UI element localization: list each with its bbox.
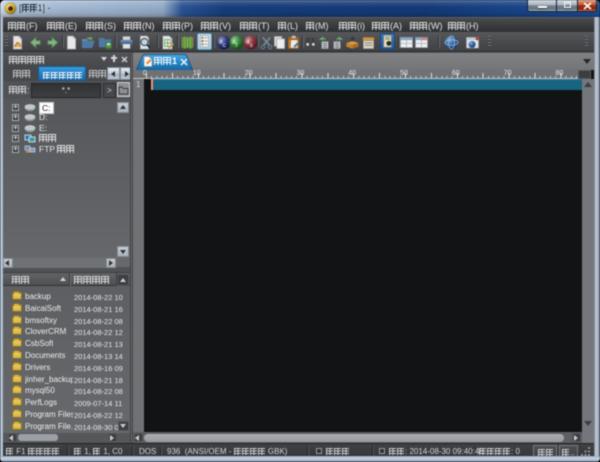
svg-text:f: f — [236, 42, 238, 49]
